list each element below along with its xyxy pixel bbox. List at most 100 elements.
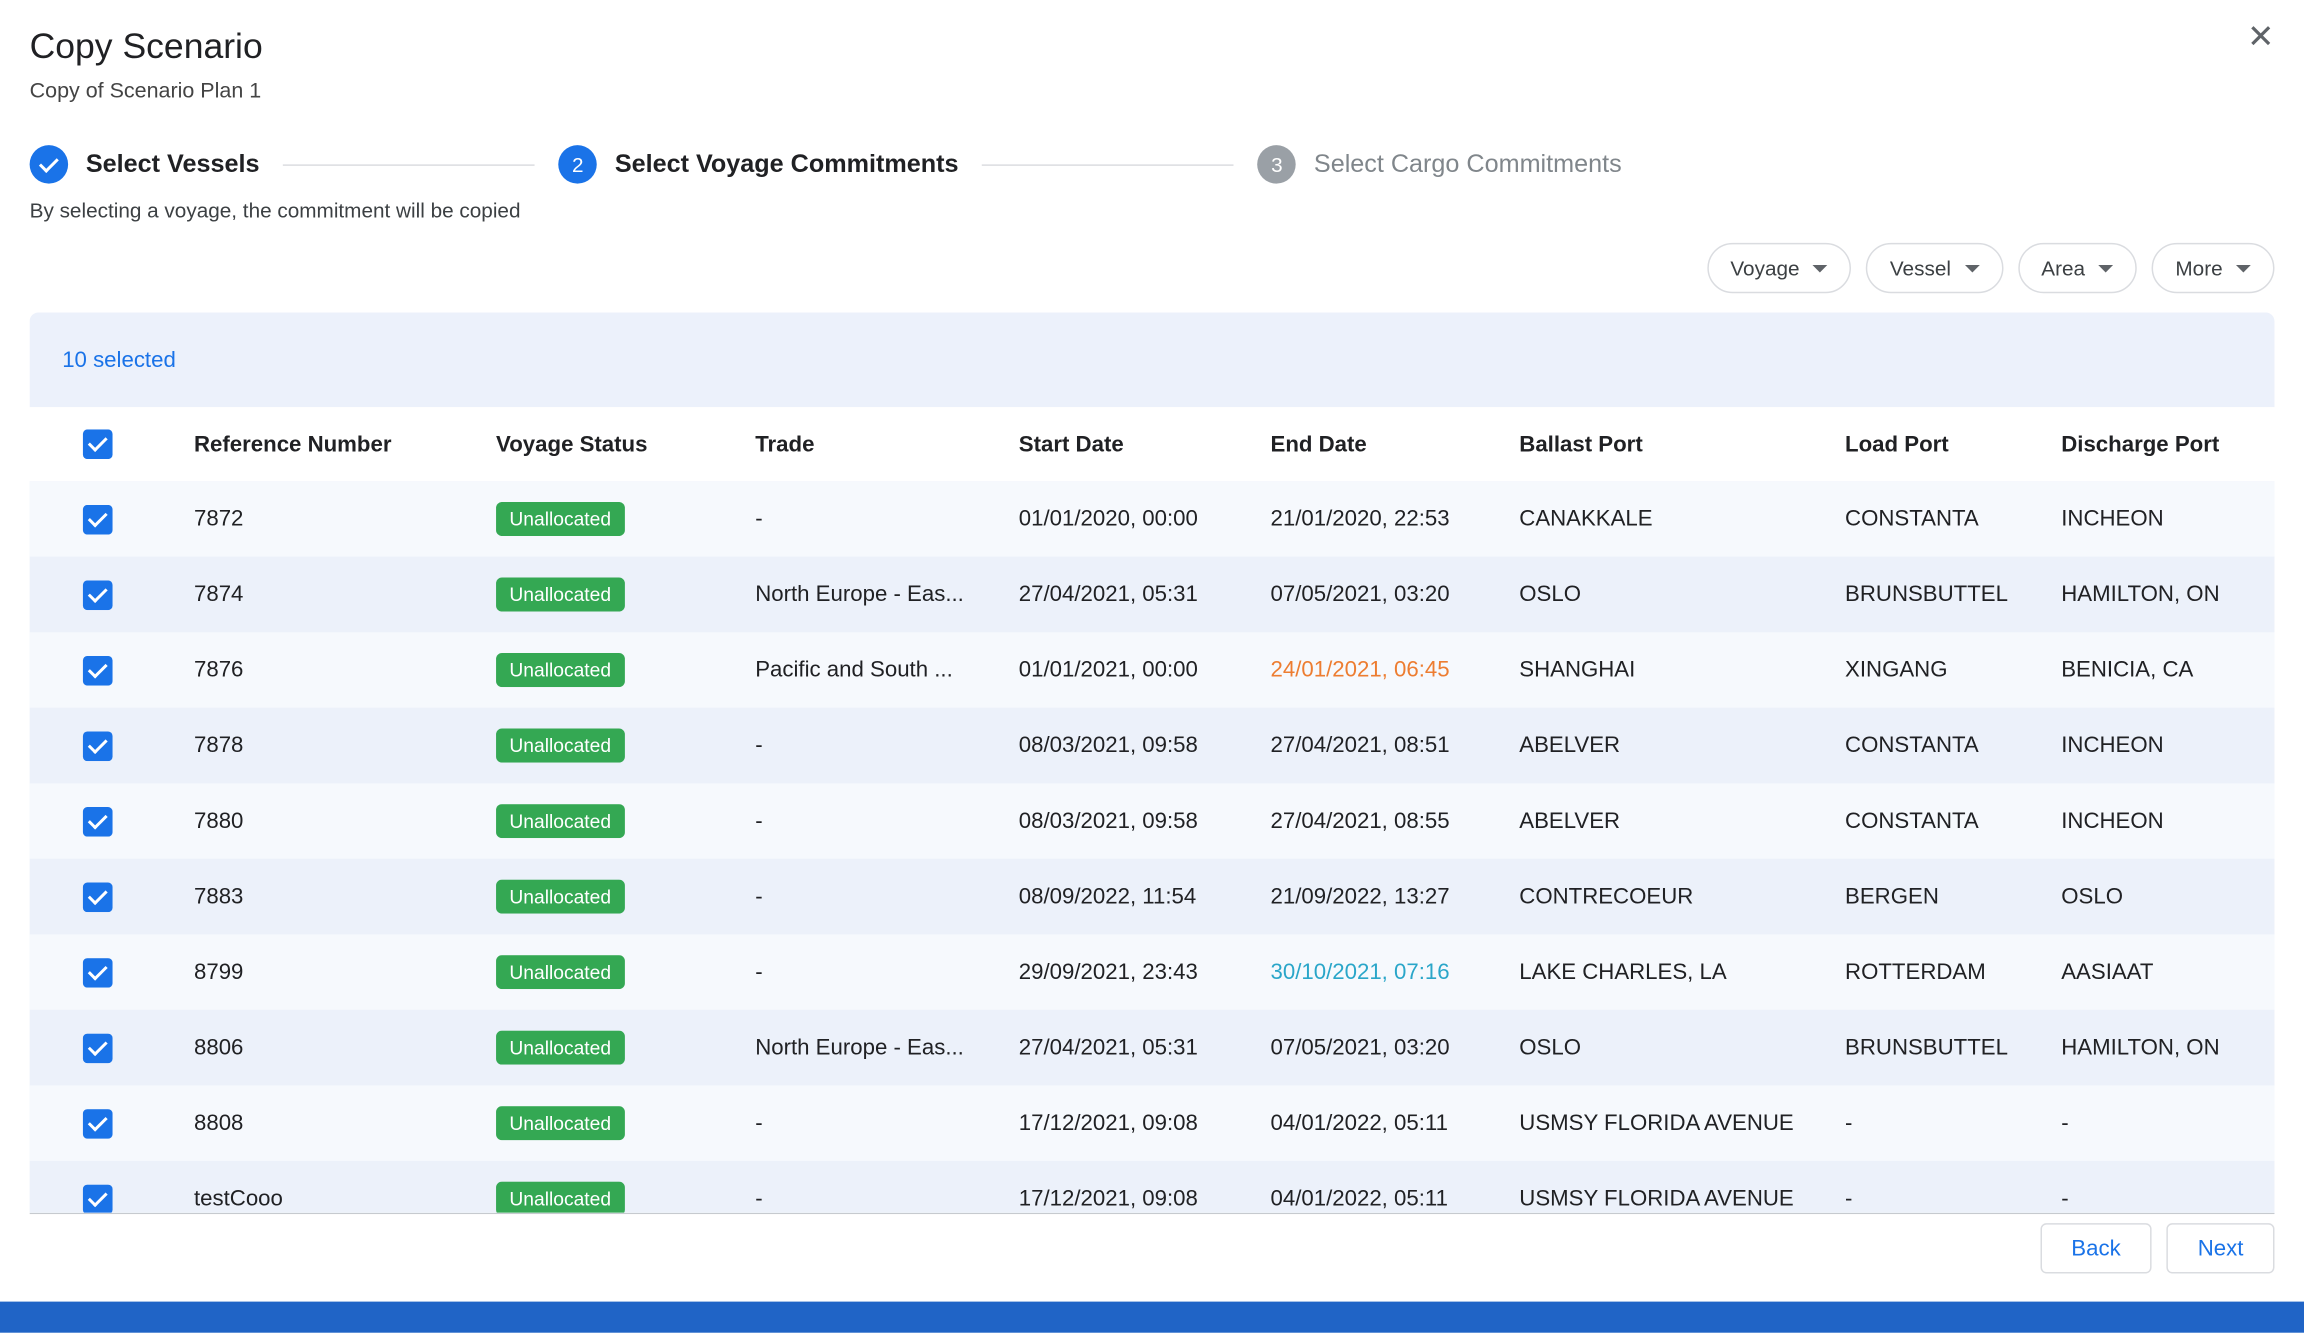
cell-start-date: 01/01/2021, 00:00 [989, 657, 1241, 682]
selected-count: 10 selected [30, 312, 2275, 407]
cell-start-date: 01/01/2020, 00:00 [989, 506, 1241, 531]
cell-reference-number: 8808 [164, 1111, 466, 1136]
row-select-cell [30, 882, 165, 912]
cell-ballast-port: OSLO [1490, 582, 1816, 607]
cell-reference-number: 7876 [164, 657, 466, 682]
cell-reference-number: 7872 [164, 506, 466, 531]
cell-start-date: 17/12/2021, 09:08 [989, 1186, 1241, 1211]
dialog-footer: Back Next [0, 1214, 2304, 1282]
row-checkbox[interactable] [82, 731, 112, 761]
chevron-down-icon [1813, 264, 1828, 271]
status-badge: Unallocated [496, 502, 624, 536]
column-header: Trade [726, 432, 990, 457]
cell-ballast-port: ABELVER [1490, 809, 1816, 834]
cell-voyage-status: Unallocated [466, 955, 725, 989]
status-badge: Unallocated [496, 880, 624, 914]
row-select-cell [30, 580, 165, 610]
cell-discharge-port: HAMILTON, ON [2032, 1035, 2275, 1060]
next-button[interactable]: Next [2167, 1223, 2275, 1273]
copy-scenario-dialog: Copy Scenario Copy of Scenario Plan 1 ✕ … [0, 0, 2304, 1333]
column-header: Start Date [989, 432, 1241, 457]
select-all-cell [30, 429, 165, 459]
step-select-voyage-commitments[interactable]: 2 Select Voyage Commitments [559, 145, 959, 184]
status-badge: Unallocated [496, 804, 624, 838]
table-row: 7883Unallocated-08/09/2022, 11:5421/09/2… [30, 859, 2275, 935]
cell-discharge-port: OSLO [2032, 884, 2275, 909]
row-checkbox[interactable] [82, 504, 112, 534]
row-select-cell [30, 957, 165, 987]
cell-reference-number: testCooo [164, 1186, 466, 1211]
status-badge: Unallocated [496, 1106, 624, 1140]
row-select-cell [30, 806, 165, 836]
cell-end-date: 27/04/2021, 08:51 [1241, 733, 1490, 758]
cell-reference-number: 7878 [164, 733, 466, 758]
cell-reference-number: 7874 [164, 582, 466, 607]
row-checkbox[interactable] [82, 655, 112, 685]
cell-load-port: BERGEN [1815, 884, 2031, 909]
cell-ballast-port: ABELVER [1490, 733, 1816, 758]
close-icon[interactable]: ✕ [2247, 21, 2274, 54]
row-checkbox[interactable] [82, 806, 112, 836]
cell-discharge-port: HAMILTON, ON [2032, 582, 2275, 607]
cell-trade: - [726, 809, 990, 834]
cell-end-date: 04/01/2022, 05:11 [1241, 1111, 1490, 1136]
cell-trade: - [726, 733, 990, 758]
step-label: Select Vessels [86, 150, 260, 180]
row-checkbox[interactable] [82, 1108, 112, 1138]
filter-more-dropdown[interactable]: More [2152, 243, 2275, 293]
voyage-table-panel: 10 selected Reference NumberVoyage Statu… [30, 312, 2275, 1214]
table-row: 7880 Unallocated -08/03/2021, 09:5827/04/2… [30, 783, 2275, 859]
row-select-cell [30, 1108, 165, 1138]
cell-trade: North Europe - Eas... [726, 1035, 990, 1060]
column-header: End Date [1241, 432, 1490, 457]
status-badge: Unallocated [496, 729, 624, 763]
step-number-icon: 2 [559, 145, 598, 184]
table-row: 8799Unallocated-29/09/2021, 23:4330/10/2… [30, 934, 2275, 1010]
stepper-connector [982, 164, 1234, 165]
cell-trade: North Europe - Eas... [726, 582, 990, 607]
table-header-row: Reference NumberVoyage StatusTradeStart … [30, 407, 2275, 481]
row-checkbox[interactable] [82, 1184, 112, 1213]
row-select-cell [30, 655, 165, 685]
cell-discharge-port: INCHEON [2032, 733, 2275, 758]
cell-start-date: 08/09/2022, 11:54 [989, 884, 1241, 909]
cell-ballast-port: SHANGHAI [1490, 657, 1816, 682]
filter-label: More [2175, 256, 2222, 280]
row-checkbox[interactable] [82, 957, 112, 987]
table-row: 7876UnallocatedPacific and South ...01/0… [30, 632, 2275, 708]
step-select-cargo-commitments[interactable]: 3 Select Cargo Commitments [1258, 145, 1622, 184]
helper-text: By selecting a voyage, the commitment wi… [30, 198, 2275, 222]
table-row: 8808Unallocated-17/12/2021, 09:0804/01/2… [30, 1085, 2275, 1161]
cell-end-date: 27/04/2021, 08:55 [1241, 809, 1490, 834]
cell-trade: Pacific and South ... [726, 657, 990, 682]
row-checkbox[interactable] [82, 1033, 112, 1063]
back-button[interactable]: Back [2040, 1223, 2152, 1273]
cell-voyage-status: Unallocated [466, 804, 725, 838]
cell-reference-number: 8799 [164, 960, 466, 985]
select-all-checkbox[interactable] [82, 429, 112, 459]
filter-area-dropdown[interactable]: Area [2018, 243, 2137, 293]
cell-reference-number: 7880 [164, 809, 466, 834]
filter-vessel-dropdown[interactable]: Vessel [1866, 243, 2003, 293]
cell-voyage-status: Unallocated [466, 880, 725, 914]
row-checkbox[interactable] [82, 882, 112, 912]
step-select-vessels[interactable]: Select Vessels [30, 145, 260, 184]
column-header: Load Port [1815, 432, 2031, 457]
cell-start-date: 08/03/2021, 09:58 [989, 809, 1241, 834]
row-checkbox[interactable] [82, 580, 112, 610]
cell-start-date: 27/04/2021, 05:31 [989, 1035, 1241, 1060]
cell-load-port: CONSTANTA [1815, 809, 2031, 834]
cell-trade: - [726, 506, 990, 531]
cell-trade: - [726, 960, 990, 985]
cell-ballast-port: LAKE CHARLES, LA [1490, 960, 1816, 985]
filter-label: Area [2041, 256, 2085, 280]
app-background-bar [0, 1302, 2304, 1333]
column-header: Ballast Port [1490, 432, 1816, 457]
filter-voyage-dropdown[interactable]: Voyage [1707, 243, 1852, 293]
cell-voyage-status: Unallocated [466, 1031, 725, 1065]
cell-start-date: 27/04/2021, 05:31 [989, 582, 1241, 607]
table-row: 7878Unallocated-08/03/2021, 09:5827/04/2… [30, 708, 2275, 784]
cell-voyage-status: Unallocated [466, 653, 725, 687]
table-row: 7874UnallocatedNorth Europe - Eas...27/0… [30, 557, 2275, 633]
cell-discharge-port: BENICIA, CA [2032, 657, 2275, 682]
